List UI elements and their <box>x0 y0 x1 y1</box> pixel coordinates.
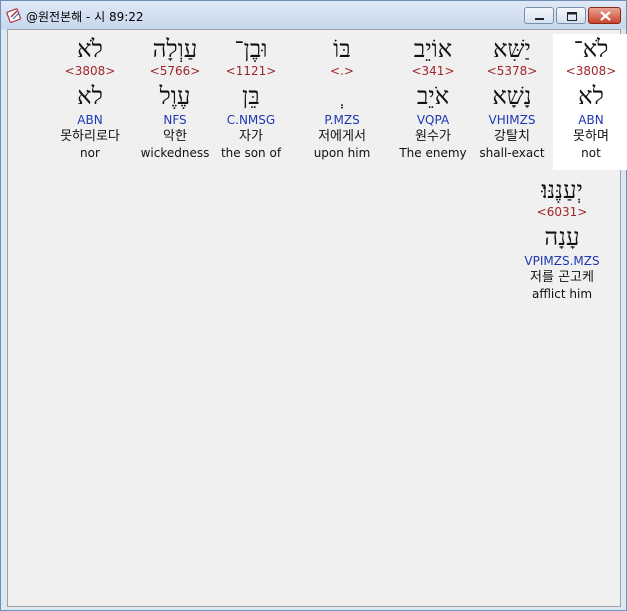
english-gloss: The enemy <box>399 146 467 160</box>
hebrew-word: יְעַנֶּנּוּ׃ <box>541 176 583 204</box>
korean-gloss: 원수가 <box>415 129 451 144</box>
morphology-code: P.MZS <box>324 113 360 127</box>
morphology-code: VPIMZS.MZS <box>524 254 600 268</box>
hebrew-word: יַשִּׁא <box>493 35 531 63</box>
interlinear-panel[interactable]: לֹא־ <3808> לא ABN 못하며 not יַשִּׁא <5378… <box>7 29 627 607</box>
strong-number[interactable]: <341> <box>395 64 471 78</box>
lemma: נָשָׁא <box>492 82 532 110</box>
maximize-button[interactable] <box>556 7 586 24</box>
korean-gloss: 강탈치 <box>494 129 530 144</box>
word-7[interactable]: לֹא <3808> לא ABN 못하리로다 nor <box>52 34 128 161</box>
word-1[interactable]: לֹא־ <3808> לא ABN 못하며 not <box>553 34 627 170</box>
korean-gloss: 저를 곤고케 <box>530 270 594 285</box>
minimize-button[interactable] <box>524 7 554 24</box>
hebrew-word: וּבֶן־ <box>234 35 268 63</box>
strong-number[interactable]: <1121> <box>213 64 289 78</box>
close-button[interactable] <box>588 7 621 24</box>
hebrew-word: בּוֹ <box>333 35 351 63</box>
lemma: בֵּן <box>242 82 260 110</box>
english-gloss: shall-exact <box>479 146 545 160</box>
bible-app-icon <box>6 8 22 23</box>
word-8[interactable]: יְעַנֶּנּוּ׃ <6031> עָנָה VPIMZS.MZS 저를 … <box>512 175 612 302</box>
hebrew-word: אוֹיֵב <box>413 35 453 63</box>
english-gloss: not <box>581 146 601 160</box>
minimize-icon <box>535 18 544 20</box>
lemma: לא <box>77 82 103 110</box>
window-title: @원전본해 - 시 89:22 <box>26 10 144 24</box>
korean-gloss: 악한 <box>163 129 187 144</box>
lemma: אֹיֵב <box>416 82 450 110</box>
korean-gloss: 못하며 <box>573 129 609 144</box>
word-6[interactable]: עַוְלָה <5766> עֶוֶל NFS 악한 wickedness <box>137 34 213 161</box>
app-window: @원전본해 - 시 89:22 לֹא־ <3808> לא ABN 못하며 n… <box>0 0 627 611</box>
strong-number[interactable]: <.> <box>304 64 380 78</box>
hebrew-word: לֹא־ <box>573 35 609 63</box>
title-bar[interactable]: @원전본해 - 시 89:22 <box>1 1 626 29</box>
korean-gloss: 자가 <box>239 129 263 144</box>
close-icon <box>600 11 611 21</box>
hebrew-word: עַוְלָה <box>152 35 198 63</box>
english-gloss: nor <box>80 146 100 160</box>
english-gloss: afflict him <box>531 287 593 301</box>
strong-number[interactable]: <5378> <box>474 64 550 78</box>
morphology-code: C.NMSG <box>226 113 276 127</box>
lemma: לא <box>578 82 604 110</box>
strong-number[interactable]: <3808> <box>553 64 627 78</box>
strong-number[interactable]: <6031> <box>512 205 612 219</box>
korean-gloss: 못하리로다 <box>60 129 120 144</box>
lemma: עֶוֶל <box>159 82 191 110</box>
morphology-code: VQPA <box>416 113 450 127</box>
strong-number[interactable]: <5766> <box>137 64 213 78</box>
lemma: ְ <box>304 80 380 112</box>
word-4[interactable]: בּוֹ <.> ְ P.MZS 저에게서 upon him <box>304 34 380 161</box>
english-gloss: wickedness <box>140 146 210 160</box>
word-5[interactable]: וּבֶן־ <1121> בֵּן C.NMSG 자가 the son of <box>213 34 289 161</box>
word-3[interactable]: אוֹיֵב <341> אֹיֵב VQPA 원수가 The enemy <box>395 34 471 161</box>
morphology-code: ABN <box>578 113 604 127</box>
hebrew-word: לֹא <box>77 35 103 63</box>
maximize-icon <box>567 12 577 21</box>
lemma: עָנָה <box>544 223 580 251</box>
morphology-code: ABN <box>77 113 103 127</box>
word-2[interactable]: יַשִּׁא <5378> נָשָׁא VHIMZS 강탈치 shall-e… <box>474 34 550 161</box>
english-gloss: the son of <box>220 146 282 160</box>
korean-gloss: 저에게서 <box>318 129 366 144</box>
morphology-code: NFS <box>163 113 187 127</box>
english-gloss: upon him <box>313 146 371 160</box>
morphology-code: VHIMZS <box>488 113 536 127</box>
strong-number[interactable]: <3808> <box>52 64 128 78</box>
